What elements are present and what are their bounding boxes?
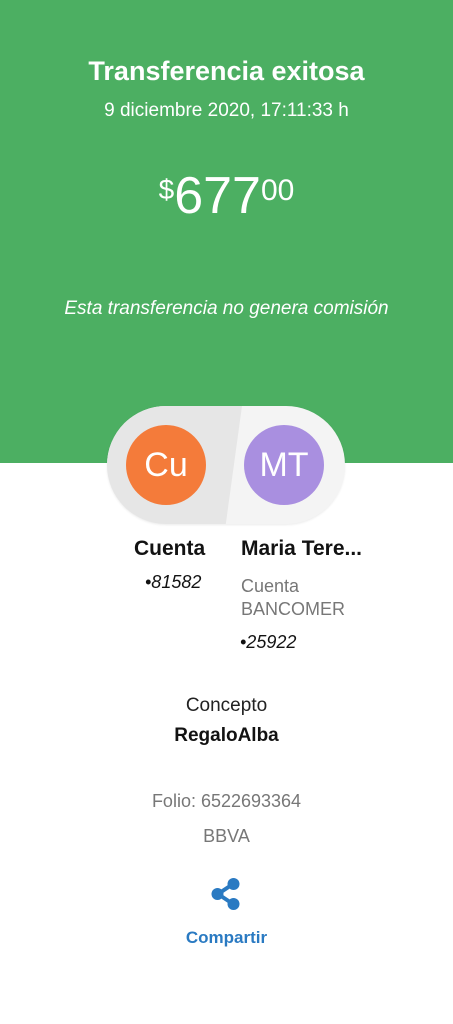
success-header: Transferencia exitosa 9 diciembre 2020, …	[0, 0, 453, 463]
transfer-parties: Cu MT	[107, 406, 345, 524]
recipient-account: •25922	[240, 632, 297, 652]
page-title: Transferencia exitosa	[88, 56, 365, 86]
recipient-bank: Cuenta BANCOMER	[241, 575, 345, 621]
recipient-name: Maria Tere...	[241, 537, 362, 560]
share-button[interactable]: Compartir	[0, 928, 453, 948]
amount-decimals: 00	[260, 174, 295, 207]
sender-avatar: Cu	[126, 425, 206, 505]
recipient-avatar: MT	[244, 425, 324, 505]
bank-name: BBVA	[203, 826, 250, 846]
commission-note: Esta transferencia no genera comisión	[64, 298, 389, 319]
transfer-receipt-screen: Transferencia exitosa 9 diciembre 2020, …	[0, 0, 453, 1024]
transfer-amount: $67700	[0, 170, 453, 222]
share-icon[interactable]	[209, 877, 243, 911]
recipient-bank-line2: BANCOMER	[241, 599, 346, 619]
sender-account: •81582	[145, 572, 202, 592]
transfer-datetime: 9 diciembre 2020, 17:11:33 h	[104, 100, 349, 121]
recipient-bank-line1: Cuenta	[241, 576, 300, 596]
folio-number: Folio: 6522693364	[151, 791, 302, 811]
concept-value: RegaloAlba	[174, 725, 279, 746]
sender-name: Cuenta	[134, 537, 206, 560]
concept-label: Concepto	[185, 695, 268, 716]
amount-integer: 677	[174, 167, 261, 225]
amount-currency: $	[158, 174, 175, 205]
